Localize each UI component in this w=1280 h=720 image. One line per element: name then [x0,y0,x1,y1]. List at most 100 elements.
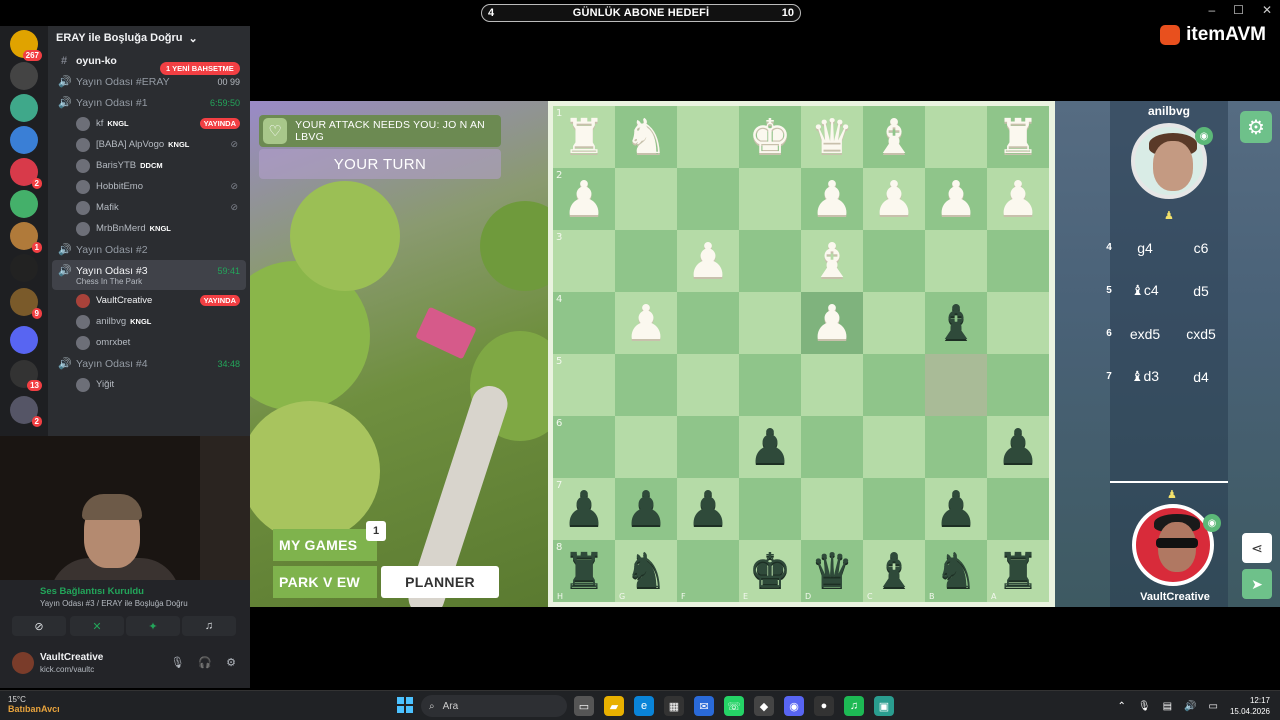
server-icon[interactable]: 13 [10,360,42,391]
board-square[interactable]: ♟ [925,168,987,230]
edge-icon[interactable]: e [634,696,654,716]
park-view-button[interactable]: PARK V EW [273,566,377,598]
player-avatar[interactable] [1132,504,1214,586]
voice-user[interactable]: HobbitEmo ⊘ [48,176,250,197]
maximize-icon[interactable]: ☐ [1233,3,1244,17]
microphone-icon[interactable]: 🎙 [170,656,184,669]
board-square[interactable] [987,292,1049,354]
board-square[interactable] [677,106,739,168]
soundboard-button[interactable]: ♫ [182,616,236,636]
black-pawn-icon[interactable]: ♟ [934,485,977,533]
black-knight-icon[interactable]: ♞ [624,547,667,595]
app-icon[interactable]: ▣ [874,696,894,716]
move-row[interactable]: 4 g4 c6 [1106,226,1228,269]
board-square[interactable]: ♟ [801,292,863,354]
voice-user[interactable]: omrxbet [48,332,250,353]
server-icon[interactable] [10,190,38,218]
black-pawn-icon[interactable]: ♟ [562,485,605,533]
settings-button[interactable]: ⚙ [1240,111,1272,143]
white-pawn-icon[interactable]: ♟ [996,175,1039,223]
board-square[interactable] [801,478,863,540]
move-row[interactable]: 7 ♝d3 d4 [1106,355,1228,398]
white-queen-icon[interactable]: ♛ [810,113,853,161]
board-square[interactable] [925,354,987,416]
file-explorer-icon[interactable]: ▰ [604,696,624,716]
server-icon[interactable] [10,126,38,154]
board-square[interactable]: ♟ [677,478,739,540]
video-off-button[interactable]: ⊘ [12,616,66,636]
board-square[interactable]: ♛ [801,106,863,168]
server-icon[interactable] [10,94,38,122]
windows-start-icon[interactable] [397,697,413,713]
board-square[interactable]: A ♜ [987,540,1049,602]
chessboard[interactable]: 1 ♜ ♞ ♚ ♛ ♝ ♜ 2 ♟ ♟ ♟ ♟ ♟ 3 ♟ ♝ 4 ♟ ♟ ♝ 5 6 ♟ ♟ 7 ♟ ♟ ♟ ♟ 8 H ♜ G ♞ F E ♚ D ♛ C… [553,106,1049,602]
store-icon[interactable]: ▦ [664,696,684,716]
black-rook-icon[interactable]: ♜ [996,547,1039,595]
voice-user[interactable]: Mafik ⊘ [48,197,250,218]
board-square[interactable] [677,416,739,478]
server-icon[interactable]: 267 [10,30,42,61]
board-square[interactable]: D ♛ [801,540,863,602]
board-square[interactable] [863,478,925,540]
board-square[interactable] [863,416,925,478]
board-square[interactable] [615,416,677,478]
board-square[interactable]: 7 ♟ [553,478,615,540]
voice-user[interactable]: kf KNGL YAYINDA [48,113,250,134]
black-rook-icon[interactable]: ♜ [562,547,605,595]
voice-user[interactable]: BarisYTB DDCM [48,155,250,176]
board-square[interactable] [615,354,677,416]
board-square[interactable] [739,354,801,416]
white-rook-icon[interactable]: ♜ [996,113,1039,161]
whatsapp-icon[interactable]: ☏ [724,696,744,716]
server-icon[interactable]: 2 [10,396,42,427]
share-button[interactable]: ⋖ [1242,533,1272,563]
outlook-icon[interactable]: ✉ [694,696,714,716]
board-square[interactable] [615,168,677,230]
board-square[interactable]: 8 H ♜ [553,540,615,602]
white-bishop-icon[interactable]: ♝ [872,113,915,161]
microphone-icon[interactable]: 🎙 [1138,701,1151,712]
board-square[interactable] [987,354,1049,416]
board-square[interactable]: 4 [553,292,615,354]
black-queen-icon[interactable]: ♛ [810,547,853,595]
board-square[interactable]: 2 ♟ [553,168,615,230]
voice-channel[interactable]: 🔊 Yayın Odası #1 6:59:50 [48,92,250,113]
board-square[interactable] [863,292,925,354]
board-square[interactable]: ♟ [863,168,925,230]
board-square[interactable] [677,354,739,416]
battery-icon[interactable]: ▭ [1209,701,1218,712]
white-rook-icon[interactable]: ♜ [562,113,605,161]
board-square[interactable]: ♟ [615,478,677,540]
board-square[interactable]: 5 [553,354,615,416]
board-square[interactable] [987,230,1049,292]
server-icon[interactable] [10,326,38,354]
board-square[interactable] [863,354,925,416]
board-square[interactable]: F [677,540,739,602]
screen-share-button[interactable]: ✕ [70,616,124,636]
send-button[interactable]: ➤ [1242,569,1272,599]
white-pawn-icon[interactable]: ♟ [934,175,977,223]
clock[interactable]: 12:17 15.04.2026 [1230,695,1270,717]
black-pawn-icon[interactable]: ♟ [624,485,667,533]
board-square[interactable]: ♟ [801,168,863,230]
board-square[interactable]: ♟ [987,168,1049,230]
board-square[interactable] [925,106,987,168]
board-square[interactable] [739,168,801,230]
server-icon[interactable] [10,254,38,282]
board-square[interactable] [677,292,739,354]
gear-icon[interactable]: ⚙ [226,656,236,669]
voice-user[interactable]: anilbvg KNGL [48,311,250,332]
board-square[interactable]: G ♞ [615,540,677,602]
board-square[interactable]: E ♚ [739,540,801,602]
board-square[interactable] [863,230,925,292]
black-pawn-icon[interactable]: ♟ [748,423,791,471]
board-square[interactable]: 1 ♜ [553,106,615,168]
voice-channel[interactable]: 🔊 Yayın Odası #ERAY 00 99 [48,71,250,92]
move-row[interactable]: 5 ♝c4 d5 [1106,269,1228,312]
network-icon[interactable]: ▤ [1163,701,1172,712]
weather-widget[interactable]: 15°C BatıbanAvcı [8,695,60,714]
avatar[interactable] [12,652,34,674]
app-icon[interactable]: ◆ [754,696,774,716]
black-bishop-icon[interactable]: ♝ [934,299,977,347]
board-square[interactable]: ♟ [987,416,1049,478]
